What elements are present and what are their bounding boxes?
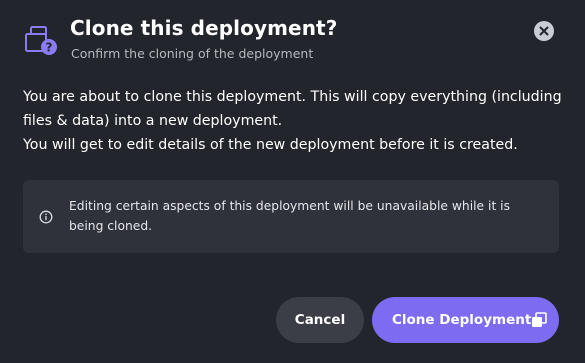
svg-text:?: ? (46, 41, 53, 55)
notice-text: Editing certain aspects of this deployme… (69, 199, 511, 233)
clone-deployment-dialog: ? Clone this deployment? Confirm the clo… (0, 0, 585, 363)
copy-icon (531, 312, 547, 328)
cancel-button[interactable]: Cancel (276, 297, 364, 343)
dialog-title: Clone this deployment? (70, 16, 338, 40)
dialog-subtitle: Confirm the cloning of the deployment (71, 46, 314, 61)
close-icon (539, 26, 549, 36)
info-icon (39, 209, 53, 224)
clone-deployment-button[interactable]: Clone Deployment (372, 297, 559, 343)
clone-question-icon: ? (22, 26, 60, 60)
dialog-body: You are about to clone this deployment. … (23, 85, 563, 157)
clone-deployment-label: Clone Deployment (392, 312, 532, 328)
info-notice: Editing certain aspects of this deployme… (23, 180, 559, 253)
body-paragraph-1: You are about to clone this deployment. … (23, 89, 562, 129)
body-paragraph-2: You will get to edit details of the new … (23, 137, 518, 153)
close-button[interactable] (534, 21, 554, 41)
